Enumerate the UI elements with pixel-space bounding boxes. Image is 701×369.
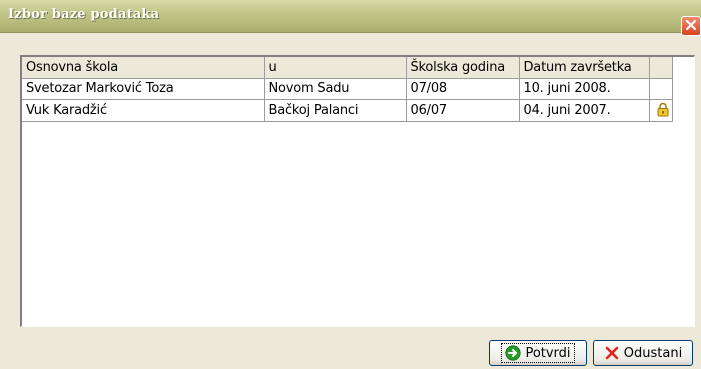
- column-header-school[interactable]: Osnovna škola: [22, 57, 265, 79]
- table-header: Osnovna škola u Školska godina Datum zav…: [22, 57, 673, 79]
- padlock-icon: [657, 102, 669, 121]
- close-icon: [685, 19, 697, 34]
- close-button[interactable]: [681, 16, 701, 36]
- cell-school-year[interactable]: 07/08: [406, 78, 520, 100]
- title-bar[interactable]: Izbor baze podataka: [0, 0, 701, 36]
- cell-status: [649, 78, 673, 100]
- table-row[interactable]: Vuk Karadžić Bačkoj Palanci 06/07 04. ju…: [22, 99, 673, 122]
- column-header-status: [649, 57, 673, 79]
- cancel-button[interactable]: Odustani: [593, 340, 693, 366]
- dialog-window: Izbor baze podataka Osnovna škola u Škol…: [0, 0, 701, 369]
- x-icon: [604, 345, 620, 361]
- column-header-place[interactable]: u: [264, 57, 407, 79]
- table-row[interactable]: Svetozar Marković Toza Novom Sadu 07/08 …: [22, 78, 673, 100]
- cell-end-date[interactable]: 04. juni 2007.: [519, 99, 650, 122]
- confirm-button-content: Potvrdi: [501, 343, 575, 363]
- cell-school[interactable]: Vuk Karadžić: [22, 99, 265, 122]
- column-header-school-year[interactable]: Školska godina: [406, 57, 520, 79]
- cancel-button-content: Odustani: [601, 344, 685, 362]
- cell-school-year[interactable]: 06/07: [406, 99, 520, 122]
- cell-place[interactable]: Bačkoj Palanci: [264, 99, 407, 122]
- cell-place[interactable]: Novom Sadu: [264, 78, 407, 100]
- cancel-button-label: Odustani: [623, 345, 683, 361]
- column-header-end-date[interactable]: Datum završetka: [519, 57, 650, 79]
- cell-status: [649, 99, 673, 122]
- confirm-button[interactable]: Potvrdi: [489, 340, 587, 366]
- arrow-right-circle-icon: [505, 345, 522, 361]
- database-list[interactable]: Osnovna škola u Školska godina Datum zav…: [20, 55, 695, 327]
- database-table: Osnovna škola u Školska godina Datum zav…: [22, 57, 673, 122]
- cell-school[interactable]: Svetozar Marković Toza: [22, 78, 265, 100]
- dialog-title: Izbor baze podataka: [8, 7, 160, 22]
- confirm-button-label: Potvrdi: [525, 345, 571, 361]
- cell-end-date[interactable]: 10. juni 2008.: [519, 78, 650, 100]
